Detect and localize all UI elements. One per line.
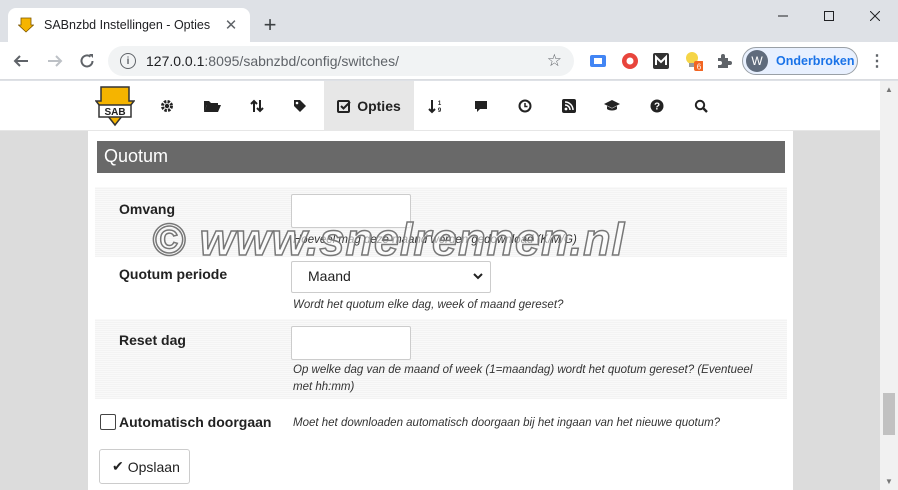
tab-title: SABnzbd Instellingen - Opties xyxy=(44,18,211,32)
reset-hint-line2: met hh:mm) xyxy=(293,381,355,393)
nav-config-gear-icon[interactable] xyxy=(152,81,182,131)
profile-status-label: Onderbroken xyxy=(776,54,855,68)
extensions-puzzle-icon[interactable] xyxy=(714,51,734,71)
nav-opties-label: Opties xyxy=(357,98,401,114)
new-tab-icon[interactable]: + xyxy=(258,12,282,37)
nav-help-question-icon[interactable]: ? xyxy=(642,81,672,131)
reset-input[interactable] xyxy=(291,326,411,360)
address-bar[interactable]: i 127.0.0.1:8095/sabnzbd/config/switches… xyxy=(108,46,574,76)
auto-label[interactable]: Automatisch doorgaan xyxy=(119,414,271,430)
extension-m-icon[interactable] xyxy=(651,51,671,71)
chevron-down-icon xyxy=(473,273,483,280)
periode-row: Quotum periode Maand Wordt het quotum el… xyxy=(95,257,787,319)
browser-menu-icon[interactable]: ⋮ xyxy=(868,52,886,70)
maximize-window-icon[interactable] xyxy=(806,0,852,32)
extension-tab-icon[interactable] xyxy=(588,51,608,71)
nav-search-icon[interactable] xyxy=(686,81,716,131)
auto-hint: Moet het downloaden automatisch doorgaan… xyxy=(293,417,721,429)
svg-text:SAB: SAB xyxy=(104,107,125,118)
auto-row: Automatisch doorgaan Moet het downloaden… xyxy=(95,401,787,441)
tab-strip: SABnzbd Instellingen - Opties ✕ + xyxy=(0,0,898,42)
nav-opties-tab[interactable]: Opties xyxy=(324,81,414,131)
browser-tab[interactable]: SABnzbd Instellingen - Opties ✕ xyxy=(8,8,250,42)
site-info-icon[interactable]: i xyxy=(120,53,136,69)
reset-label: Reset dag xyxy=(119,332,186,348)
minimize-window-icon[interactable] xyxy=(760,0,806,32)
reset-hint-line1: Op welke dag van de maand of week (1=maa… xyxy=(293,364,753,376)
back-arrow-icon[interactable] xyxy=(8,48,34,74)
nav-comment-icon[interactable] xyxy=(466,81,496,131)
extension-bulb-icon[interactable]: 6 xyxy=(683,51,703,72)
save-label: Opslaan xyxy=(127,458,180,475)
close-window-icon[interactable] xyxy=(852,0,898,32)
sabnzbd-favicon-icon xyxy=(18,17,34,33)
nav-clock-icon[interactable] xyxy=(510,81,540,131)
nav-tag-icon[interactable] xyxy=(285,81,315,131)
nav-graduation-cap-icon[interactable] xyxy=(597,81,627,131)
nav-rss-icon[interactable] xyxy=(554,81,584,131)
svg-text:6: 6 xyxy=(697,63,702,72)
checkmark-icon: ✔ xyxy=(112,458,124,474)
section-title: Quotum xyxy=(97,141,785,173)
config-panel: Quotum Omvang Hoeveel mag deze maand wor… xyxy=(88,131,793,490)
extension-red-icon[interactable] xyxy=(620,51,640,71)
watermark-text: © www.snelrennen.nl xyxy=(151,213,626,266)
reload-icon[interactable] xyxy=(74,48,100,74)
browser-toolbar: i 127.0.0.1:8095/sabnzbd/config/switches… xyxy=(0,42,898,80)
sabnzbd-navbar: SAB Opties 19 ? xyxy=(0,81,880,131)
page-scrollbar[interactable]: ▲ ▼ xyxy=(880,81,898,490)
nav-folders-icon[interactable] xyxy=(197,81,227,131)
sabnzbd-logo-icon[interactable]: SAB xyxy=(94,85,136,127)
page-viewport: SAB Opties 19 ? Quotum Omvang Hoeveel ma… xyxy=(0,81,880,490)
bookmark-star-icon[interactable]: ☆ xyxy=(547,51,562,71)
svg-text:1: 1 xyxy=(438,101,442,107)
svg-text:9: 9 xyxy=(438,108,442,114)
periode-hint: Wordt het quotum elke dag, week of maand… xyxy=(293,299,564,311)
scroll-up-arrow-icon[interactable]: ▲ xyxy=(885,85,893,94)
url-text: 127.0.0.1:8095/sabnzbd/config/switches/ xyxy=(146,53,399,69)
auto-checkbox[interactable] xyxy=(100,414,116,430)
scrollbar-thumb[interactable] xyxy=(883,393,895,435)
save-button[interactable]: ✔ Opslaan xyxy=(99,449,190,484)
svg-text:?: ? xyxy=(654,102,660,113)
profile-button[interactable]: W Onderbroken xyxy=(742,47,858,75)
nav-sort-numeric-icon[interactable]: 19 xyxy=(421,81,451,131)
periode-selected-value: Maand xyxy=(308,268,351,284)
scroll-down-arrow-icon[interactable]: ▼ xyxy=(885,477,893,486)
reset-row: Reset dag Op welke dag van de maand of w… xyxy=(95,319,787,399)
avatar: W xyxy=(746,50,768,72)
forward-arrow-icon[interactable] xyxy=(42,48,68,74)
nav-sort-icon[interactable] xyxy=(242,81,272,131)
tab-close-icon[interactable]: ✕ xyxy=(222,16,240,34)
check-square-icon xyxy=(337,100,351,113)
periode-label: Quotum periode xyxy=(119,266,228,282)
